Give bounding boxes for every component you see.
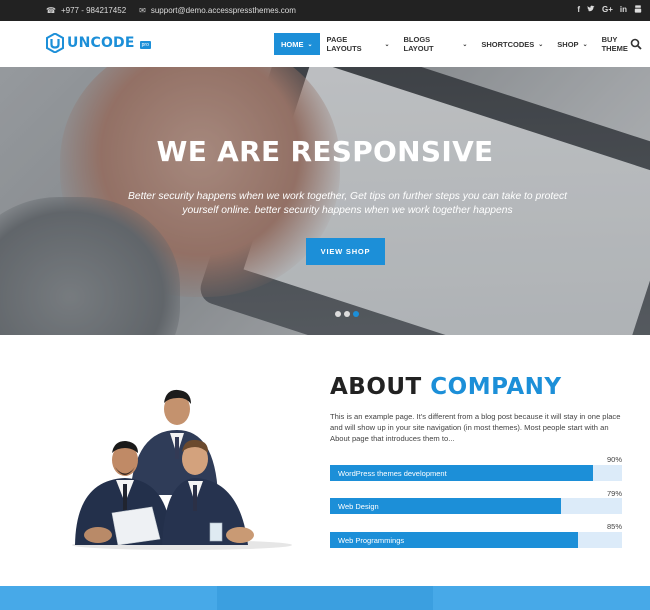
chevron-down-icon: ⌄ xyxy=(384,41,390,48)
email-icon: ✉ xyxy=(139,6,146,15)
search-icon[interactable] xyxy=(630,37,642,50)
nav-item-page-layouts[interactable]: PAGE LAYOUTS ⌄ xyxy=(320,33,397,55)
skill-bar: Web Design xyxy=(330,498,622,514)
chevron-down-icon: ⌄ xyxy=(307,41,313,48)
facebook-icon[interactable]: f xyxy=(577,5,580,15)
feature-block xyxy=(0,586,217,610)
nav-item-blogs-layout[interactable]: BLOGS LAYOUT ⌄ xyxy=(396,33,474,55)
hero-title: WE ARE RESPONSIVE xyxy=(156,135,494,168)
nav-item-shop[interactable]: SHOP ⌄ xyxy=(550,33,594,55)
site-logo[interactable]: UNCODE pro xyxy=(46,32,151,54)
hero-subtitle: Better security happens when we work tog… xyxy=(127,191,567,216)
view-shop-button[interactable]: VIEW SHOP xyxy=(306,238,385,265)
slider-pagination xyxy=(335,311,359,317)
chevron-down-icon: ⌄ xyxy=(582,41,588,48)
social-links: f G+ in xyxy=(577,5,642,15)
chevron-down-icon: ⌄ xyxy=(462,41,468,48)
nav-label: SHOP xyxy=(557,39,579,49)
about-title: ABOUT COMPANY xyxy=(330,374,562,400)
features-band xyxy=(0,586,650,610)
logo-text: UNCODE xyxy=(67,35,135,51)
about-title-part2: COMPANY xyxy=(430,374,562,400)
nav-item-shortcodes[interactable]: SHORTCODES ⌄ xyxy=(474,33,550,55)
skill-bar: Web Programmings xyxy=(330,532,622,548)
skill-percent: 85% xyxy=(606,522,622,531)
youtube-icon[interactable] xyxy=(634,5,642,15)
skill-percent: 90% xyxy=(606,455,622,464)
logo-badge: pro xyxy=(139,41,151,49)
email-address[interactable]: support@demo.accesspressthemes.com xyxy=(151,6,296,15)
slider-dot[interactable] xyxy=(344,311,350,317)
google-plus-icon[interactable]: G+ xyxy=(602,5,613,15)
skill-bar: WordPress themes development xyxy=(330,465,622,481)
chevron-down-icon: ⌄ xyxy=(538,41,544,48)
nav-item-home[interactable]: HOME ⌄ xyxy=(274,33,320,55)
nav-label: BLOGS LAYOUT xyxy=(403,35,434,53)
skill-label: Web Programmings xyxy=(338,536,405,545)
nav-label: SHORTCODES xyxy=(481,39,535,49)
feature-block xyxy=(216,586,434,610)
skill-percent: 79% xyxy=(606,489,622,498)
contact-info: ☎ +977 - 984217452 ✉ support@demo.access… xyxy=(46,6,296,15)
about-description: This is an example page. It's different … xyxy=(330,412,621,443)
skill-label: Web Design xyxy=(338,502,379,511)
twitter-icon[interactable] xyxy=(587,5,595,15)
skill-label: WordPress themes development xyxy=(338,469,447,478)
phone-icon: ☎ xyxy=(46,6,56,15)
slider-dot-active[interactable] xyxy=(353,311,359,317)
feature-block xyxy=(433,586,650,610)
phone-number: +977 - 984217452 xyxy=(60,6,127,15)
main-navigation: HOME ⌄ PAGE LAYOUTS ⌄ BLOGS LAYOUT ⌄ SHO… xyxy=(274,33,650,55)
top-bar: ☎ +977 - 984217452 ✉ support@demo.access… xyxy=(0,0,650,21)
linkedin-icon[interactable]: in xyxy=(620,5,627,15)
about-team-image xyxy=(70,385,295,550)
about-title-part1: ABOUT xyxy=(330,374,422,400)
logo-hexagon-icon xyxy=(46,32,64,54)
nav-label: HOME xyxy=(281,39,304,49)
nav-label: PAGE LAYOUTS xyxy=(326,35,362,53)
slider-dot[interactable] xyxy=(335,311,341,317)
site-header: UNCODE pro HOME ⌄ PAGE LAYOUTS ⌄ BLOGS L… xyxy=(0,21,650,67)
hero-slider: WE ARE RESPONSIVE Better security happen… xyxy=(0,67,650,335)
